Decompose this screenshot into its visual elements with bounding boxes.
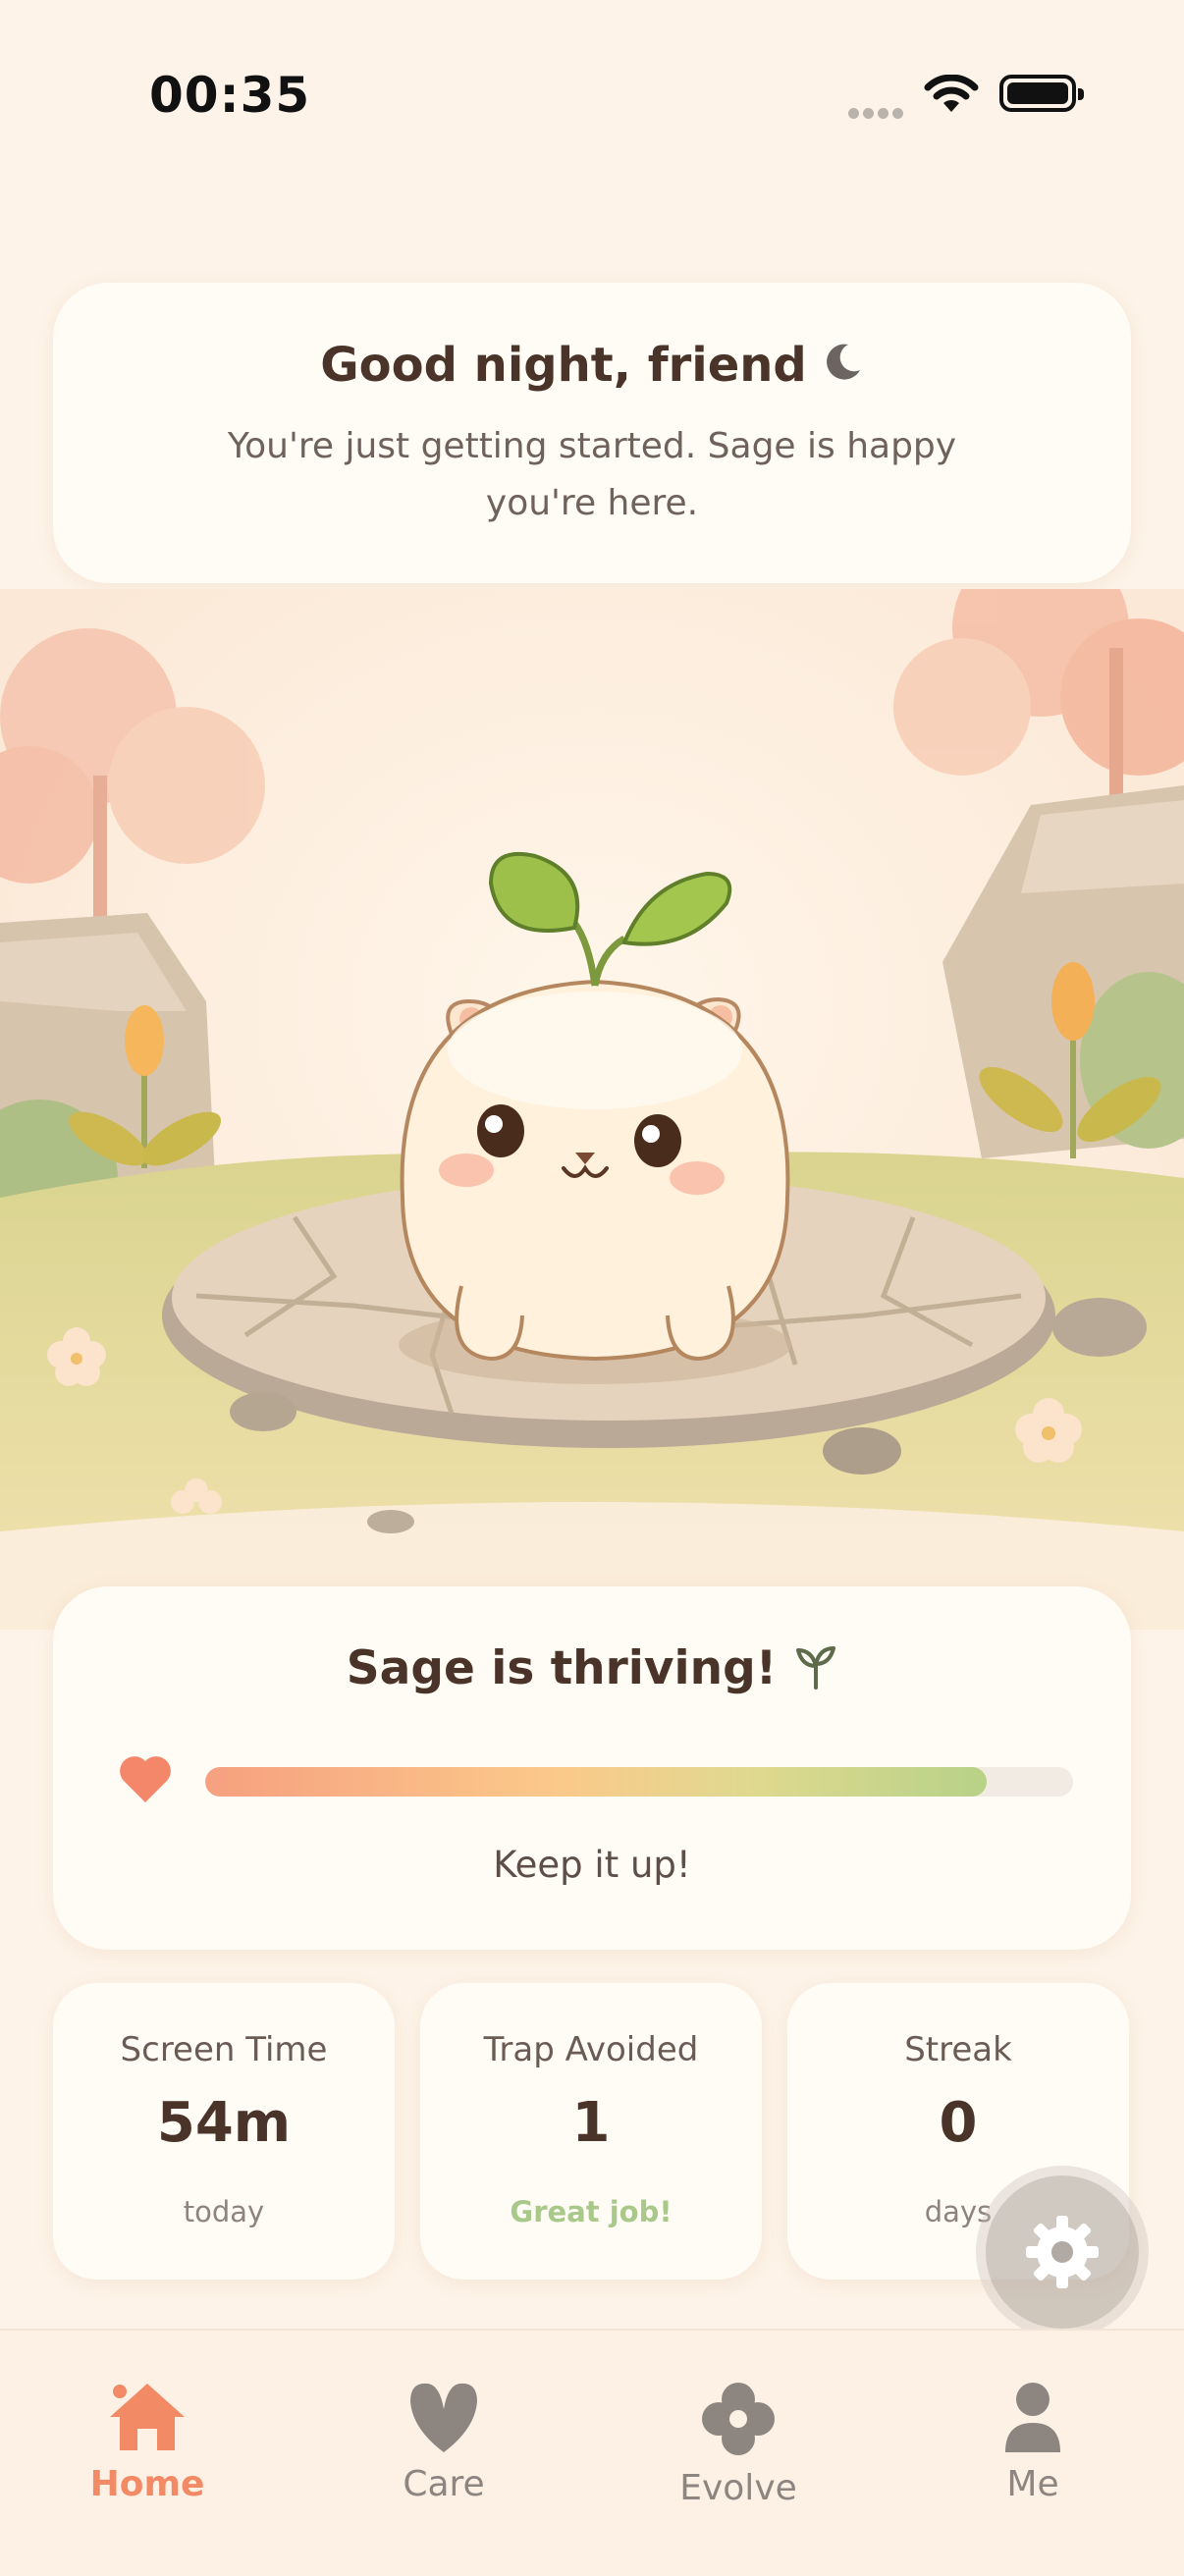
pet-status-caption: Keep it up! bbox=[493, 1844, 691, 1886]
tab-me[interactable]: Me bbox=[944, 2380, 1121, 2504]
cellular-signal-icon bbox=[848, 104, 907, 123]
tab-home[interactable]: Home bbox=[59, 2380, 236, 2504]
pet-status-card: Sage is thriving! Keep it up! bbox=[53, 1586, 1131, 1950]
stat-card-screen-time: Screen Time 54m today bbox=[53, 1983, 395, 2280]
sprout-icon bbox=[794, 1642, 837, 1701]
tab-evolve[interactable]: Evolve bbox=[650, 2380, 827, 2508]
tab-bar: Home Care Evolve Me bbox=[0, 2329, 1184, 2576]
stat-label: Trap Avoided bbox=[483, 2030, 699, 2069]
home-icon bbox=[110, 2384, 185, 2450]
stat-value: 54m bbox=[156, 2091, 292, 2155]
wifi-icon bbox=[924, 75, 979, 112]
stat-note: today bbox=[183, 2195, 265, 2228]
stat-note: Great job! bbox=[510, 2195, 673, 2228]
heart-icon bbox=[410, 2383, 477, 2452]
person-icon bbox=[1005, 2383, 1060, 2452]
pet-status-title-text: Sage is thriving! bbox=[346, 1641, 778, 1695]
pet-status-title: Sage is thriving! bbox=[53, 1641, 1131, 1701]
stat-label: Streak bbox=[904, 2030, 1012, 2069]
health-bar bbox=[205, 1767, 1073, 1797]
greeting-card: Good night, friend You're just getting s… bbox=[53, 283, 1131, 583]
stat-value: 0 bbox=[939, 2091, 978, 2155]
battery-icon bbox=[999, 75, 1084, 112]
stat-card-trap-avoided: Trap Avoided 1 Great job! bbox=[420, 1983, 762, 2280]
moon-icon bbox=[821, 341, 864, 396]
stat-value: 1 bbox=[571, 2091, 611, 2155]
tab-label: Me bbox=[1006, 2464, 1059, 2504]
greeting-title-text: Good night, friend bbox=[320, 338, 807, 393]
greeting-title: Good night, friend bbox=[53, 338, 1131, 396]
gear-icon bbox=[1026, 2216, 1099, 2288]
heart-icon bbox=[120, 1756, 171, 1802]
tab-care[interactable]: Care bbox=[355, 2380, 532, 2504]
tab-label: Care bbox=[403, 2464, 485, 2504]
health-bar-fill bbox=[205, 1767, 987, 1797]
greeting-subtitle: You're just getting started. Sage is hap… bbox=[227, 426, 957, 523]
tab-label: Home bbox=[89, 2464, 205, 2504]
flower-icon bbox=[702, 2383, 775, 2455]
status-bar: 00:35 bbox=[0, 0, 1184, 196]
settings-button[interactable] bbox=[986, 2175, 1139, 2329]
pet-scene-illustration bbox=[0, 589, 1184, 1630]
stat-label: Screen Time bbox=[120, 2030, 328, 2069]
tab-label: Evolve bbox=[679, 2468, 797, 2508]
status-time: 00:35 bbox=[149, 67, 311, 124]
